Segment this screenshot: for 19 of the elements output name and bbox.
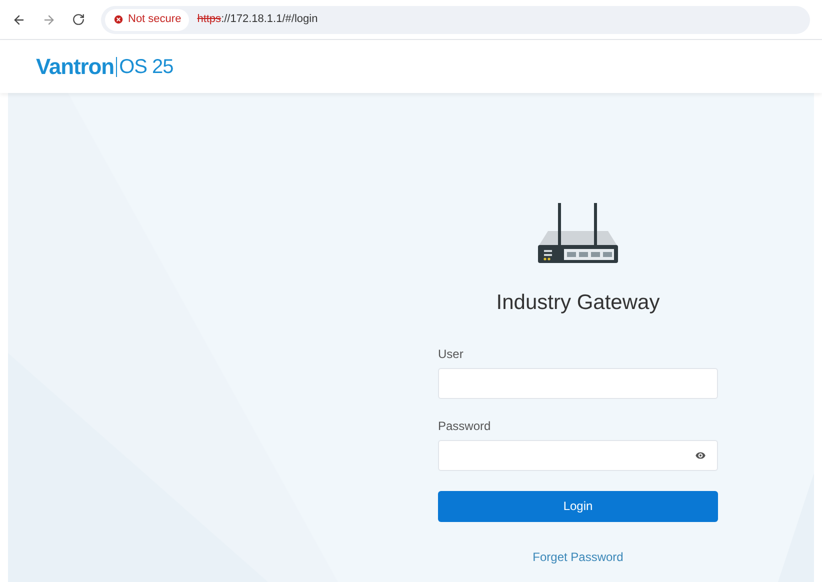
product-name: OS 25	[119, 54, 174, 80]
address-bar[interactable]: Not secure https://172.18.1.1/#/login	[101, 6, 810, 34]
field-label: User	[438, 346, 464, 362]
brand-name: Vantron	[36, 53, 114, 81]
password-field[interactable]	[438, 440, 718, 470]
reload-icon[interactable]	[72, 13, 85, 26]
warning-icon	[113, 14, 124, 25]
url-text: ://172.18.1.1/#/login	[221, 12, 318, 28]
user-field[interactable]	[438, 368, 718, 398]
forget-password-link[interactable]: Forget Password	[532, 548, 624, 566]
security-chip[interactable]: Not secure	[105, 8, 190, 30]
url-scheme: https	[197, 12, 222, 28]
forward-icon[interactable]	[42, 12, 56, 26]
security-label: Not secure	[128, 12, 182, 28]
router-icon	[536, 201, 620, 263]
form-title: Industry Gateway	[495, 290, 661, 316]
field-label: Password	[438, 418, 492, 434]
back-icon[interactable]	[12, 12, 26, 26]
login-button[interactable]: Login	[438, 490, 718, 522]
